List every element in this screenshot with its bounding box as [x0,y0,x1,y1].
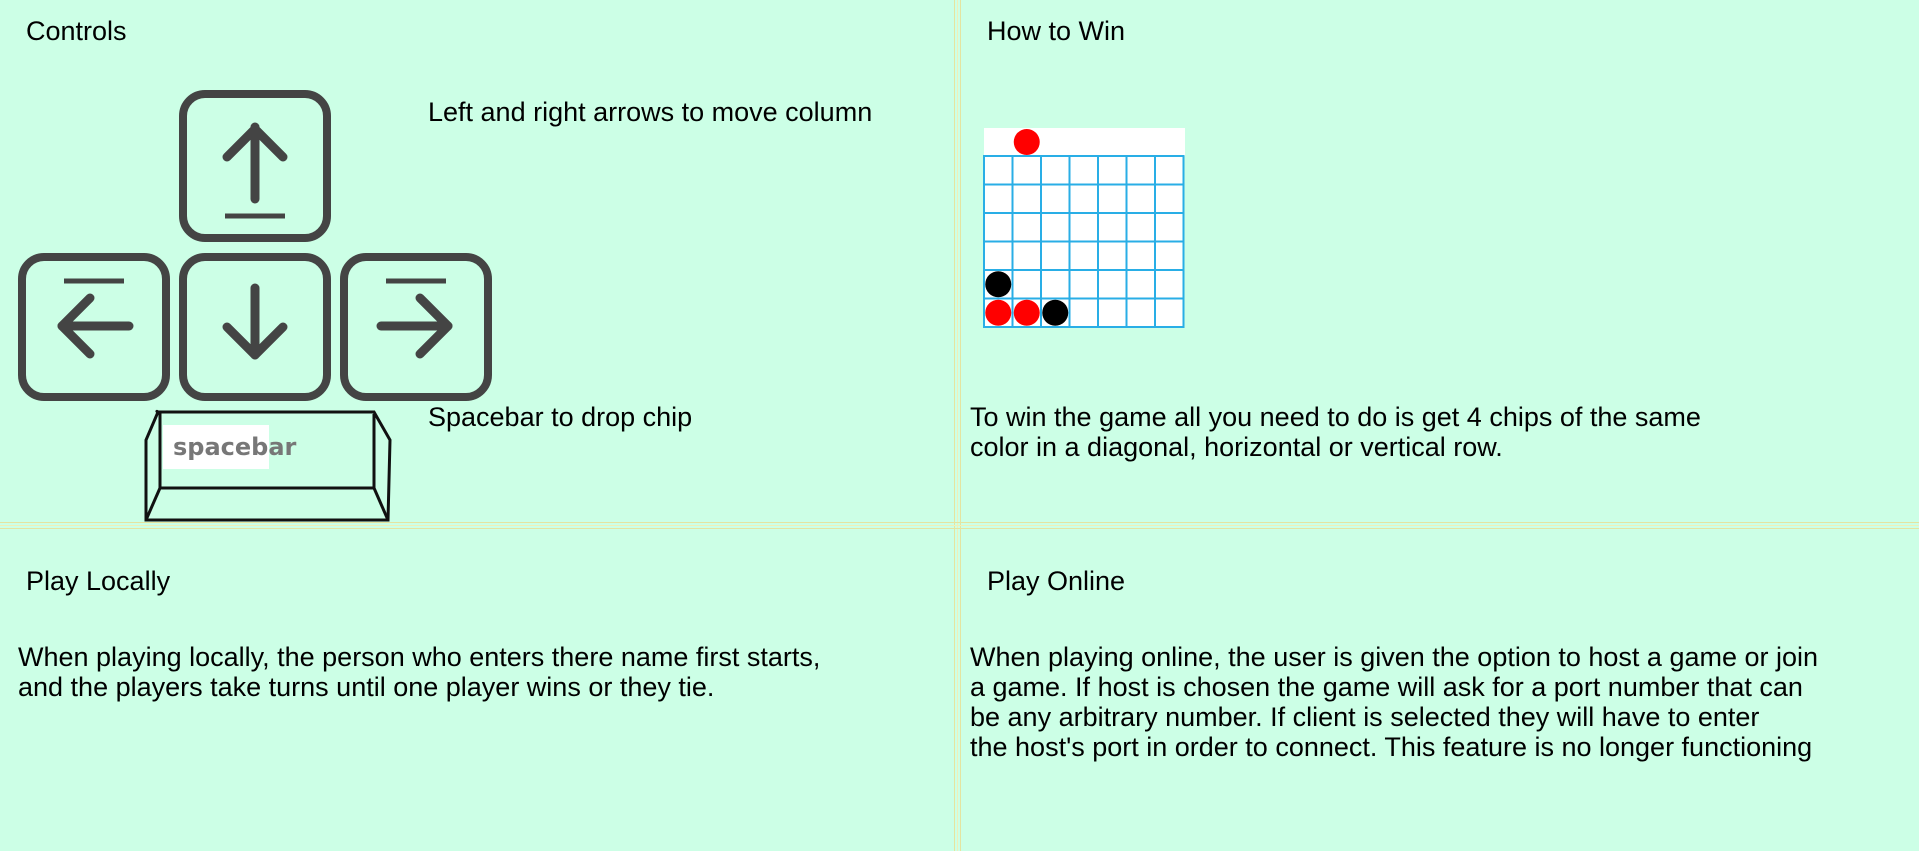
board-cell [1154,183,1185,214]
pending-chip [1013,129,1040,155]
black-chip [985,271,1012,298]
arrows-instruction: Left and right arrows to move column [428,97,873,127]
how-to-win-line: To win the game all you need to do is ge… [970,402,1701,432]
board-cell [1068,212,1099,243]
red-chip [1013,299,1040,326]
board-cell [1068,240,1099,271]
board-cell [1097,212,1128,243]
board-cell [1011,155,1042,186]
board-cell [1125,297,1156,328]
board-cell [1154,155,1185,186]
board-cell [1011,212,1042,243]
arrow-up-key-icon [179,90,331,242]
board-cell [983,240,1014,271]
vertical-divider [954,0,961,851]
board-cell [1097,183,1128,214]
board-cell [1068,183,1099,214]
spacebar-instruction: Spacebar to drop chip [428,402,693,432]
arrow-left-key-icon [18,253,170,401]
spacebar-key-label: spacebar [173,433,297,461]
controls-heading: Controls [26,16,127,46]
board-cell [1125,269,1156,300]
board-cell [1154,297,1185,328]
board-cell [1068,297,1099,328]
board-cell [1011,240,1042,271]
board-cell [983,183,1014,214]
board-cell [1040,269,1071,300]
play-locally-text: When playing locally, the person who ent… [18,642,820,702]
board-cell [983,212,1014,243]
board-cell [1097,155,1128,186]
board-cell [1097,240,1128,271]
play-locally-heading: Play Locally [26,566,171,596]
play-online-text: When playing online, the user is given t… [970,642,1818,762]
board-cell [1040,155,1071,186]
board-cell [1097,269,1128,300]
arrow-right-key-icon [340,253,492,401]
board-cell [983,155,1014,186]
board-cell [1125,183,1156,214]
instructions-page: Controls spacebar Left and right arrows … [0,0,1919,851]
red-chip [985,299,1012,326]
board-cell [1011,183,1042,214]
board-cell [1097,297,1128,328]
board-cell [1040,183,1071,214]
spacebar-key-icon: spacebar [144,409,392,522]
board-cell [1068,269,1099,300]
board-cell [1125,212,1156,243]
board-cell [1154,212,1185,243]
play-online-heading: Play Online [987,566,1126,596]
board-cell [1154,269,1185,300]
board-cell [1068,155,1099,186]
board-grid [983,155,1185,328]
black-chip [1042,299,1069,326]
board-cell [1040,240,1071,271]
keyboard-keys-illustration: spacebar [18,90,492,522]
play-locally-line: When playing locally, the person who ent… [18,642,821,672]
play-online-line: a game. If host is chosen the game will … [970,672,1803,702]
how-to-win-text: To win the game all you need to do is ge… [970,402,1701,462]
play-online-line: When playing online, the user is given t… [970,642,1819,672]
board-cell [1154,240,1185,271]
connect-four-board-illustration [983,128,1185,328]
board-cell [1125,240,1156,271]
board-cell [1011,269,1042,300]
how-to-win-heading: How to Win [987,16,1126,46]
board-cell [1040,212,1071,243]
how-to-win-line: color in a diagonal, horizontal or verti… [970,432,1503,462]
play-online-line: be any arbitrary number. If client is se… [970,702,1760,732]
play-online-line: the host's port in order to connect. Thi… [970,732,1813,762]
play-locally-line: and the players take turns until one pla… [18,672,715,702]
arrow-down-key-icon [179,253,331,401]
board-cell [1125,155,1156,186]
